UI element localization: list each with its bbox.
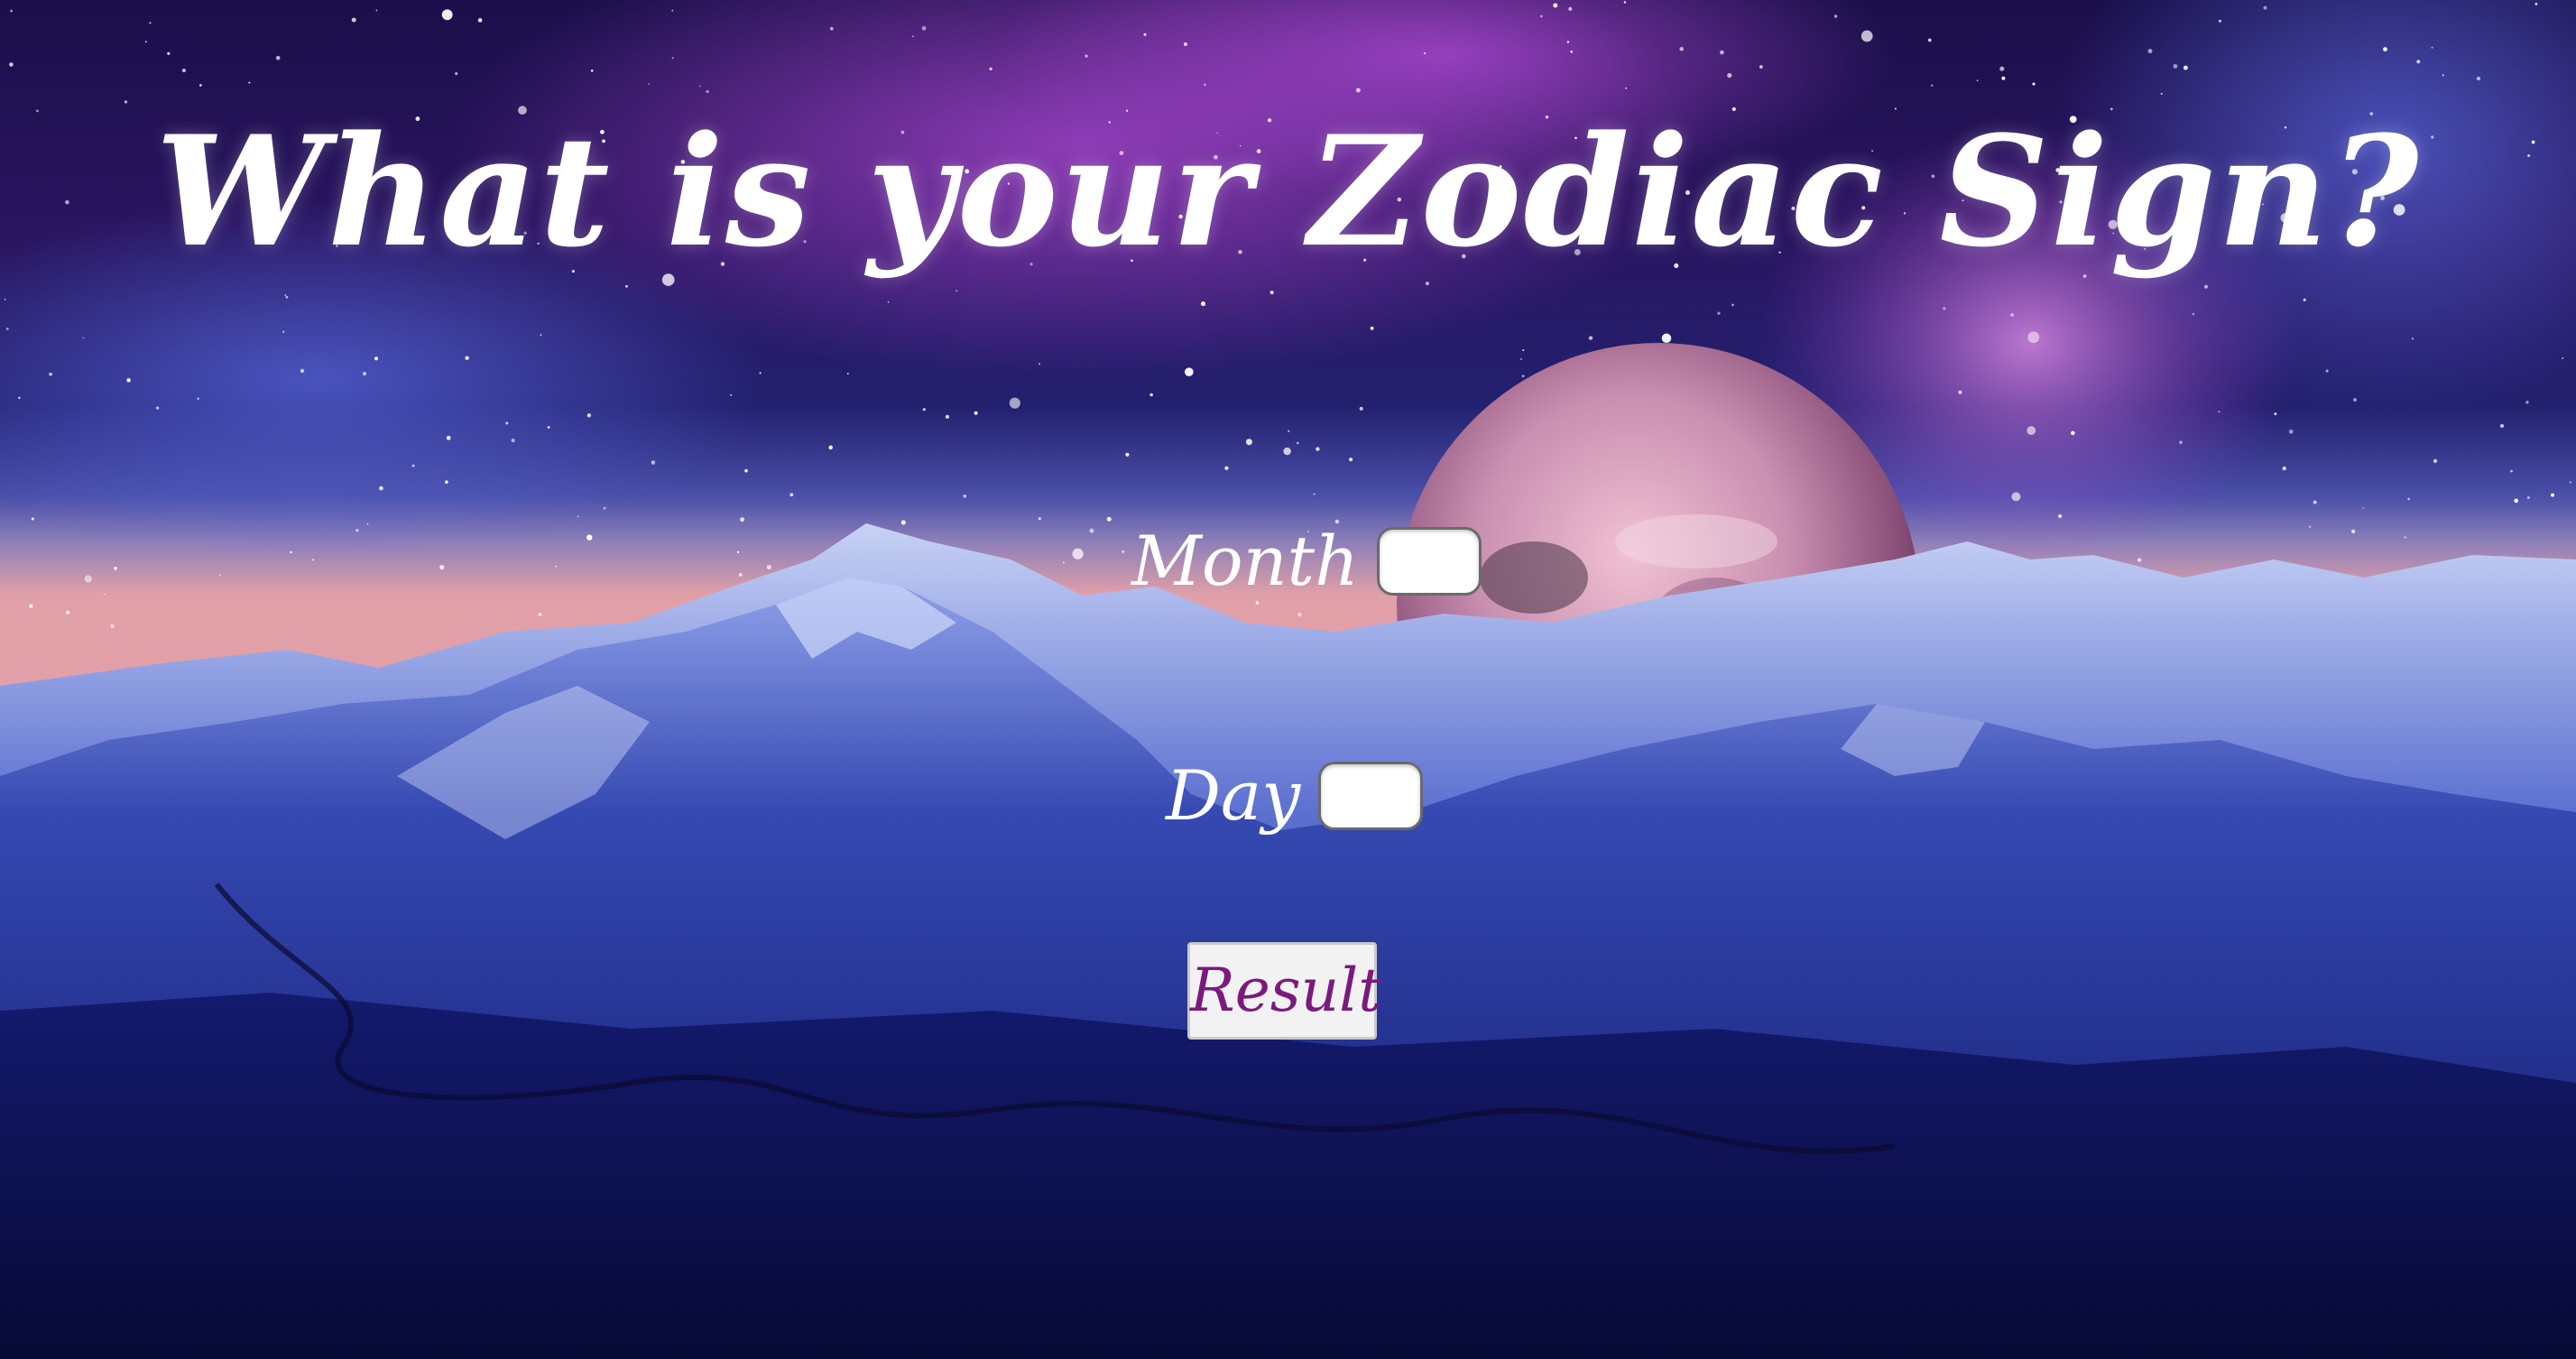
result-button[interactable]: Result [1187, 942, 1382, 1040]
day-input[interactable] [1318, 762, 1424, 830]
month-label: Month [1131, 521, 1360, 601]
day-label: Day [1166, 755, 1301, 836]
month-row: Month [1131, 527, 1482, 596]
page-title: What is your Zodiac Sign? [155, 102, 2421, 281]
month-input[interactable] [1377, 527, 1482, 596]
day-row: Day [1166, 755, 1424, 836]
